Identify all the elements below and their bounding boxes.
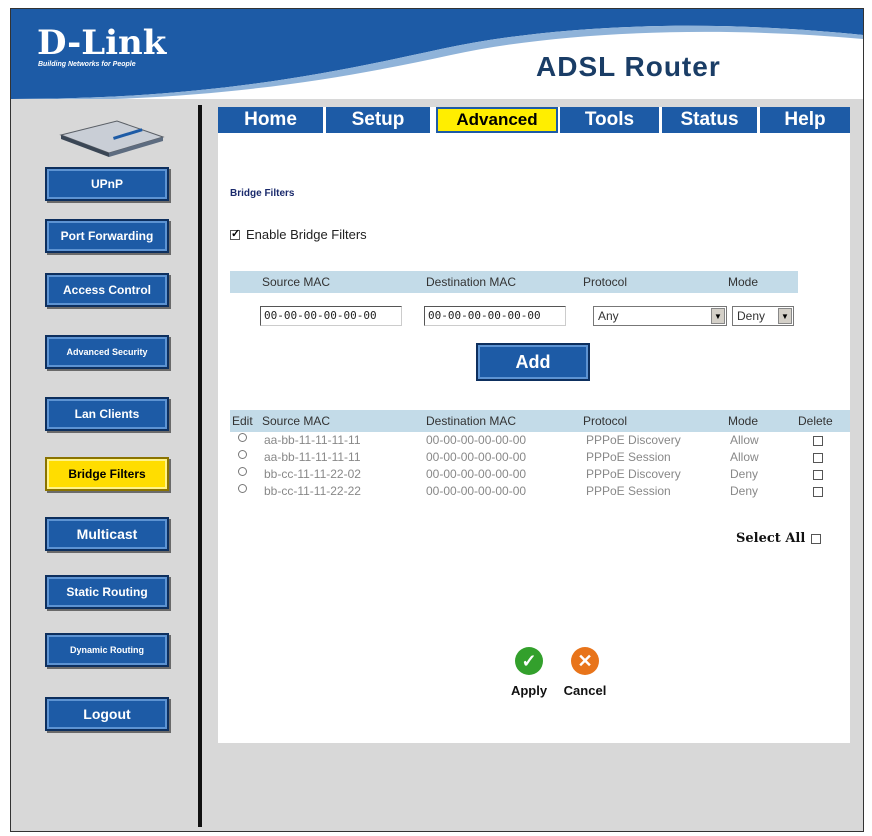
- table-row: bb-cc-11-11-22-22 00-00-00-00-00-00 PPPo…: [230, 484, 850, 501]
- table-header-protocol: Protocol: [583, 414, 628, 428]
- delete-checkbox[interactable]: [813, 487, 823, 497]
- edit-radio[interactable]: [238, 467, 247, 476]
- table-header: Edit Source MAC Destination MAC Protocol…: [230, 410, 850, 432]
- tab-home[interactable]: Home: [218, 107, 326, 133]
- main-content: Bridge Filters Enable Bridge Filters Sou…: [218, 133, 850, 743]
- table-row: bb-cc-11-11-22-02 00-00-00-00-00-00 PPPo…: [230, 467, 850, 484]
- sidebar-item-logout[interactable]: Logout: [45, 697, 169, 731]
- sidebar-divider: [198, 105, 202, 827]
- mode-select[interactable]: Deny ▼: [732, 306, 794, 326]
- mode-select-value: Deny: [737, 309, 766, 323]
- router-image: [59, 120, 165, 157]
- select-all-label: Select All: [736, 531, 806, 546]
- chevron-down-icon[interactable]: ▼: [711, 308, 725, 324]
- cancel-x-icon: ✕: [571, 647, 599, 675]
- sidebar-item-multicast[interactable]: Multicast: [45, 517, 169, 551]
- row-protocol: PPPoE Session: [586, 484, 671, 498]
- table-header-source-mac: Source MAC: [262, 414, 331, 428]
- row-dest-mac: 00-00-00-00-00-00: [426, 433, 527, 447]
- row-mode: Allow: [730, 433, 759, 447]
- select-all-row: Select All: [736, 531, 822, 546]
- form-header-source-mac: Source MAC: [262, 275, 331, 289]
- row-dest-mac: 00-00-00-00-00-00: [426, 484, 527, 498]
- tab-tools[interactable]: Tools: [560, 107, 662, 133]
- tab-status[interactable]: Status: [662, 107, 760, 133]
- product-title: ADSL Router: [536, 51, 721, 82]
- destination-mac-input[interactable]: 00-00-00-00-00-00: [424, 306, 566, 326]
- delete-checkbox[interactable]: [813, 470, 823, 480]
- table-header-delete: Delete: [798, 414, 833, 428]
- edit-radio[interactable]: [238, 484, 247, 493]
- delete-checkbox[interactable]: [813, 453, 823, 463]
- checkmark-icon: ✓: [515, 647, 543, 675]
- enable-bridge-filters-label: Enable Bridge Filters: [246, 227, 367, 242]
- row-source-mac: bb-cc-11-11-22-02: [264, 467, 361, 481]
- table-row: aa-bb-11-11-11-11 00-00-00-00-00-00 PPPo…: [230, 433, 850, 450]
- enable-bridge-filters-row: Enable Bridge Filters: [230, 227, 367, 242]
- form-header-dest-mac: Destination MAC: [426, 275, 517, 289]
- sidebar-item-bridge-filters[interactable]: Bridge Filters: [45, 457, 169, 491]
- sidebar-item-upnp[interactable]: UPnP: [45, 167, 169, 201]
- sidebar-item-port-forwarding[interactable]: Port Forwarding: [45, 219, 169, 253]
- sidebar-item-lan-clients[interactable]: Lan Clients: [45, 397, 169, 431]
- row-mode: Allow: [730, 450, 759, 464]
- row-protocol: PPPoE Session: [586, 450, 671, 464]
- filter-table: aa-bb-11-11-11-11 00-00-00-00-00-00 PPPo…: [230, 433, 850, 501]
- sidebar-item-advanced-security[interactable]: Advanced Security: [45, 335, 169, 369]
- table-header-edit: Edit: [232, 414, 253, 428]
- table-header-mode: Mode: [728, 414, 759, 428]
- row-source-mac: aa-bb-11-11-11-11: [264, 450, 361, 464]
- row-source-mac: bb-cc-11-11-22-22: [264, 484, 361, 498]
- table-row: aa-bb-11-11-11-11 00-00-00-00-00-00 PPPo…: [230, 450, 850, 467]
- row-protocol: PPPoE Discovery: [586, 467, 681, 481]
- tab-help[interactable]: Help: [760, 107, 850, 133]
- chevron-down-icon[interactable]: ▼: [778, 308, 792, 324]
- header-banner: D-Link Building Networks for People ADSL…: [11, 9, 863, 99]
- tab-bar: Home Setup Advanced Tools Status Help: [218, 107, 850, 133]
- enable-bridge-filters-checkbox[interactable]: [230, 227, 240, 240]
- row-protocol: PPPoE Discovery: [586, 433, 681, 447]
- dlink-logo: D-Link: [37, 23, 167, 63]
- row-mode: Deny: [730, 467, 759, 481]
- form-header-protocol: Protocol: [583, 275, 628, 289]
- cancel-button[interactable]: ✕ Cancel: [560, 647, 610, 698]
- tab-setup[interactable]: Setup: [326, 107, 433, 133]
- source-mac-input[interactable]: 00-00-00-00-00-00: [260, 306, 402, 326]
- apply-label: Apply: [510, 683, 548, 698]
- protocol-select-value: Any: [598, 309, 619, 323]
- tab-advanced[interactable]: Advanced: [436, 107, 558, 133]
- logo-tagline: Building Networks for People: [38, 61, 136, 68]
- sidebar-item-access-control[interactable]: Access Control: [45, 273, 169, 307]
- form-header: Source MAC Destination MAC Protocol Mode: [230, 271, 798, 293]
- row-mode: Deny: [730, 484, 759, 498]
- row-dest-mac: 00-00-00-00-00-00: [426, 467, 527, 481]
- delete-checkbox[interactable]: [813, 436, 823, 446]
- add-button[interactable]: Add: [476, 343, 590, 381]
- select-all-checkbox[interactable]: [811, 533, 822, 544]
- edit-radio[interactable]: [238, 433, 247, 442]
- sidebar-item-dynamic-routing[interactable]: Dynamic Routing: [45, 633, 169, 667]
- row-dest-mac: 00-00-00-00-00-00: [426, 450, 527, 464]
- sidebar-item-static-routing[interactable]: Static Routing: [45, 575, 169, 609]
- form-header-mode: Mode: [728, 275, 759, 289]
- section-title: Bridge Filters: [230, 188, 295, 199]
- page-frame: D-Link Building Networks for People ADSL…: [10, 8, 864, 832]
- row-source-mac: aa-bb-11-11-11-11: [264, 433, 361, 447]
- cancel-label: Cancel: [563, 683, 607, 698]
- protocol-select[interactable]: Any ▼: [593, 306, 727, 326]
- edit-radio[interactable]: [238, 450, 247, 459]
- apply-button[interactable]: ✓ Apply: [504, 647, 554, 698]
- table-header-dest-mac: Destination MAC: [426, 414, 517, 428]
